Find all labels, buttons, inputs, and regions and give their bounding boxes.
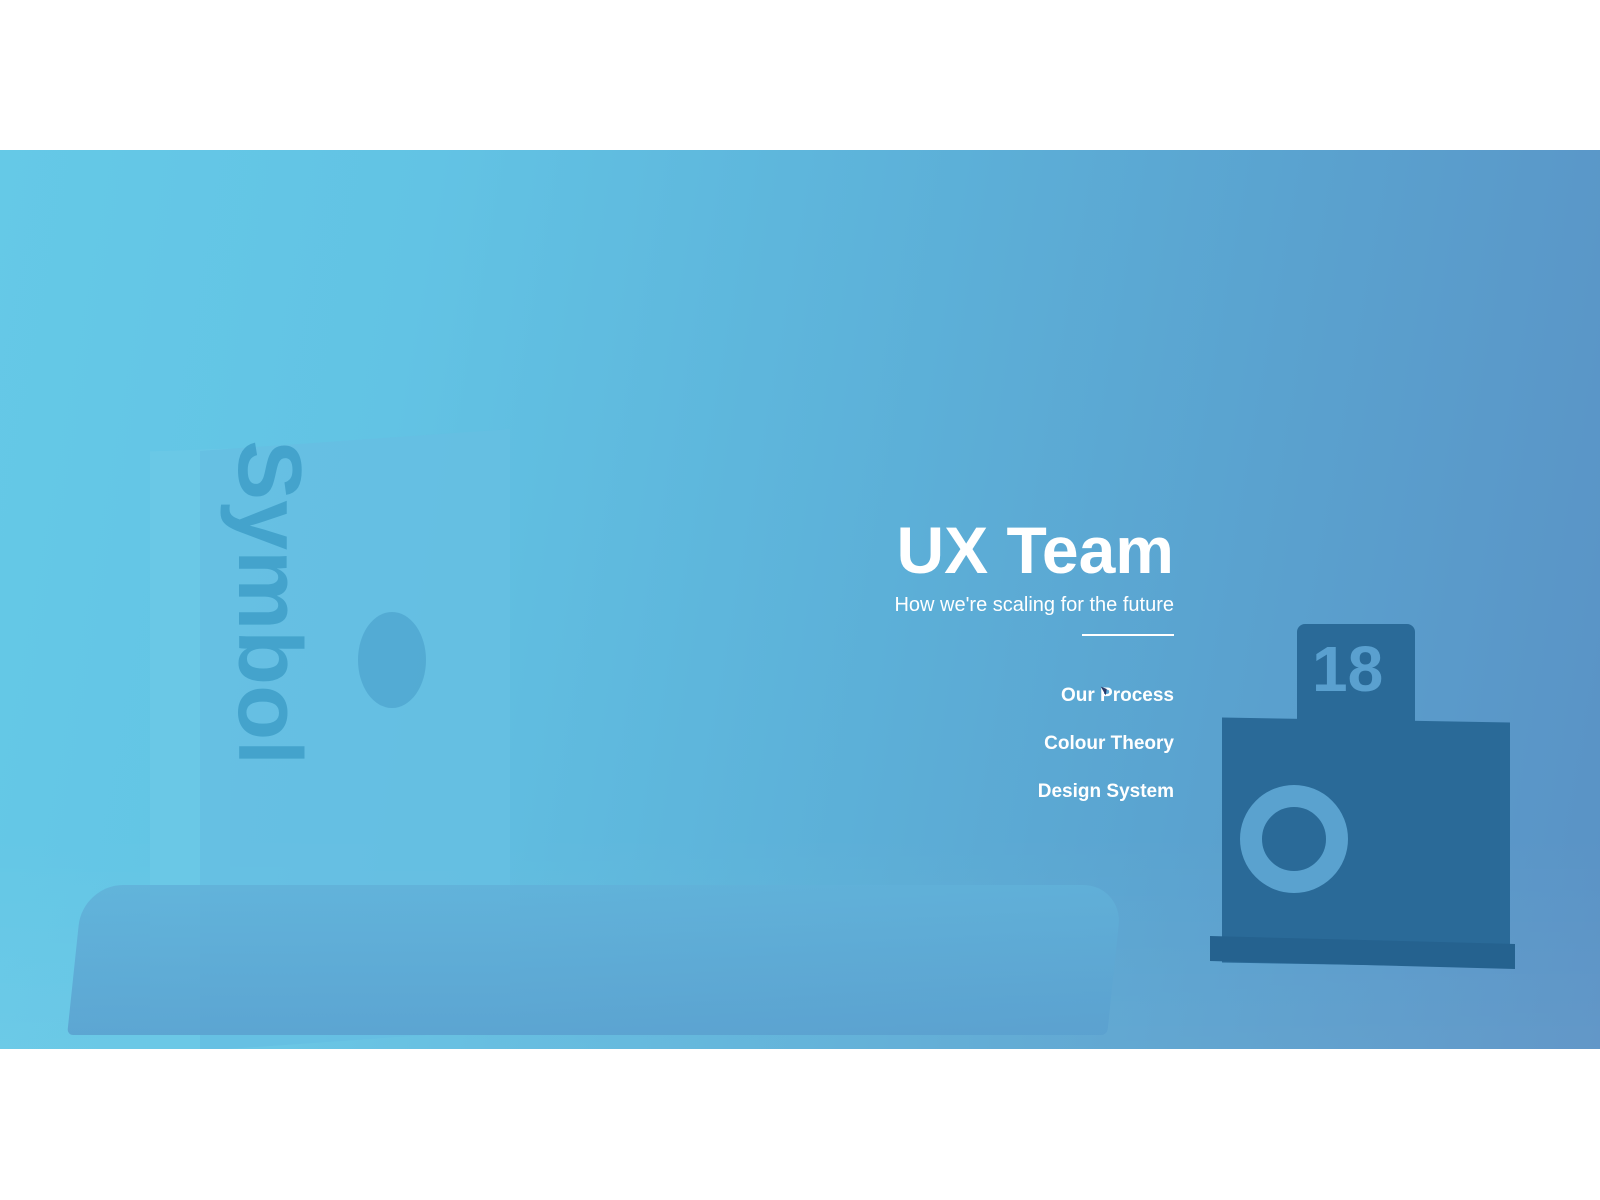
page-subtitle: How we're scaling for the future: [894, 594, 1174, 616]
nav-link-colour-theory[interactable]: Colour Theory: [1044, 732, 1174, 756]
background-book-title: Symbol: [219, 440, 319, 766]
background-badge: [358, 612, 426, 708]
divider: [1082, 634, 1174, 636]
background-sign-number: 18: [1312, 633, 1384, 705]
page-title: UX Team: [896, 513, 1174, 587]
nav-link-design-system[interactable]: Design System: [1038, 780, 1174, 804]
nav-link-our-process[interactable]: Our Process: [1061, 684, 1174, 708]
hero-banner: Symbol 18 UX Team How we're scaling for …: [0, 150, 1600, 1049]
background-laptop: [67, 885, 1123, 1035]
background-ring: [1240, 785, 1348, 893]
